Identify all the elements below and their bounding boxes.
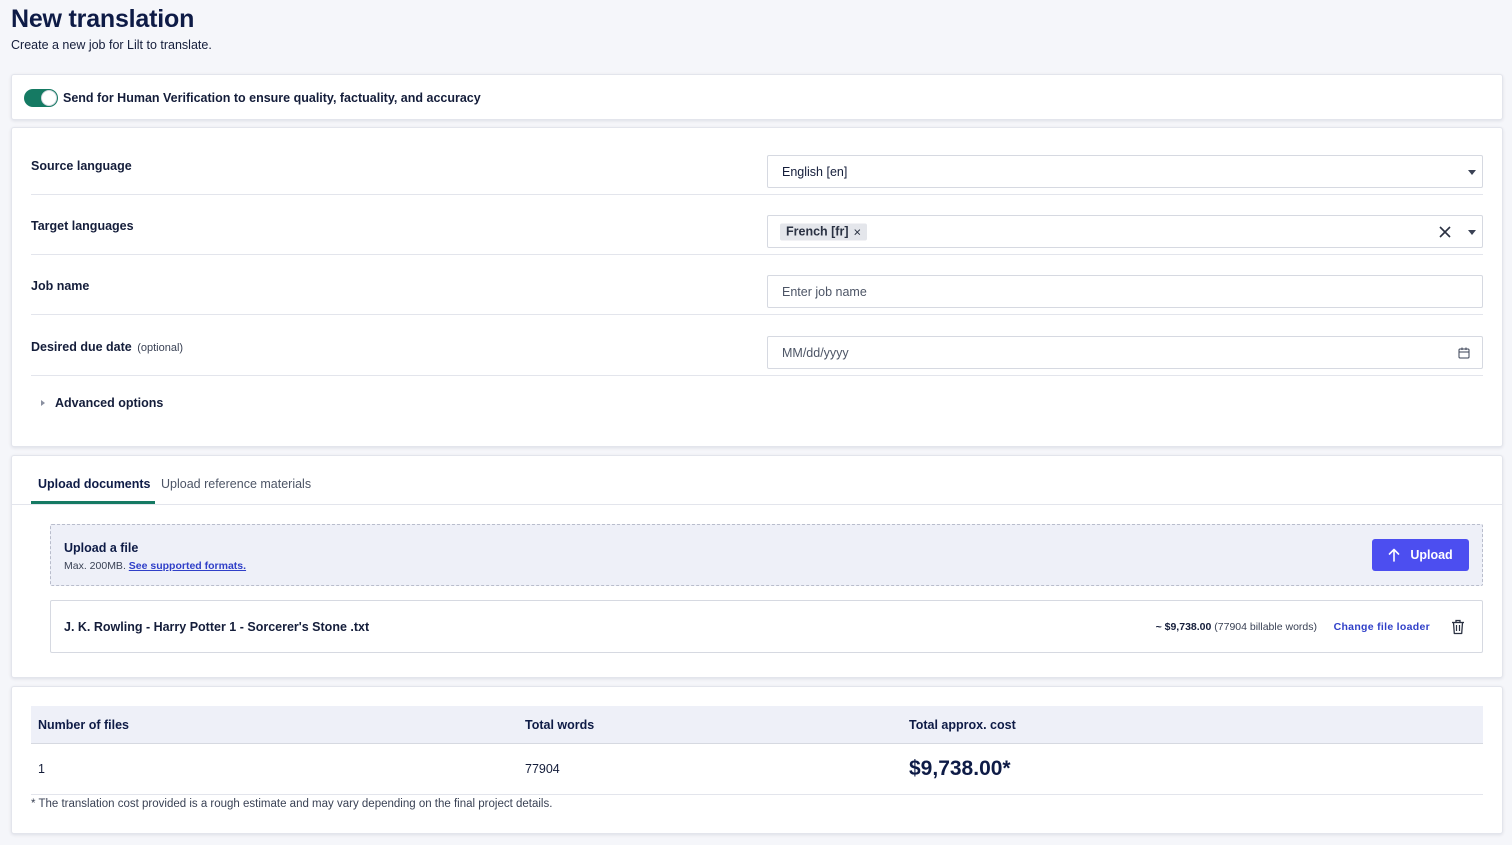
chevron-right-icon [41,400,45,406]
summary-row: 1 77904 $9,738.00* [31,744,1483,795]
upload-card: Upload documents Upload reference materi… [11,455,1503,678]
clear-icon[interactable] [1438,225,1452,239]
source-language-row: Source language English [en] [31,135,1483,195]
language-chip: French [fr] × [780,223,868,240]
job-form-card: Source language English [en] Target lang… [11,127,1503,447]
due-date-placeholder: MM/dd/yyyy [782,345,849,360]
dropzone-title: Upload a file [64,541,139,555]
file-cost: ~ $9,738.00 (77904 billable words) [1156,621,1317,633]
number-of-files-value: 1 [38,762,45,776]
page-subtitle: Create a new job for Lilt to translate. [11,38,212,52]
file-row: J. K. Rowling - Harry Potter 1 - Sorcere… [50,600,1483,653]
header-number-of-files: Number of files [38,717,129,732]
file-dropzone[interactable]: Upload a file Max. 200MB. See supported … [50,524,1483,586]
dropzone-subtitle: Max. 200MB. See supported formats. [64,560,246,572]
chevron-down-icon[interactable] [1468,229,1476,235]
cost-footnote: * The translation cost provided is a rou… [31,798,553,810]
target-languages-label: Target languages [31,219,134,233]
trash-icon[interactable] [1451,619,1465,635]
max-size-text: Max. 200MB. [64,560,126,572]
chip-remove-icon[interactable]: × [854,224,862,239]
due-date-input[interactable]: MM/dd/yyyy [767,336,1483,369]
calendar-icon[interactable] [1458,347,1470,359]
source-language-select[interactable]: English [en] [767,155,1483,188]
job-name-placeholder: Enter job name [782,284,867,299]
file-cost-value: ~ $9,738.00 [1155,620,1212,633]
file-word-count: (77904 billable words) [1214,620,1317,633]
supported-formats-link[interactable]: See supported formats. [129,560,246,572]
page-title: New translation [11,5,195,33]
change-file-loader-link[interactable]: Change file loader [1334,621,1430,633]
source-language-value: English [en] [782,164,848,179]
job-name-label: Job name [31,279,90,293]
upload-arrow-icon [1389,548,1400,562]
chevron-down-icon[interactable] [1468,169,1476,175]
source-language-label: Source language [31,159,132,173]
verification-card: Send for Human Verification to ensure qu… [11,74,1503,120]
tab-upload-reference-materials[interactable]: Upload reference materials [161,477,311,491]
language-chip-label: French [fr] [786,224,849,239]
human-verification-toggle[interactable] [24,89,58,107]
toggle-knob [41,90,57,106]
total-cost-value: $9,738.00* [909,757,1011,780]
human-verification-label: Send for Human Verification to ensure qu… [63,91,481,105]
job-name-row: Job name Enter job name [31,255,1483,315]
active-tab-indicator [31,501,155,504]
advanced-options-label: Advanced options [55,396,164,410]
due-date-label-text: Desired due date [31,340,132,354]
total-words-value: 77904 [525,762,560,776]
job-name-input[interactable]: Enter job name [767,275,1483,308]
advanced-options-toggle[interactable]: Advanced options [41,396,163,410]
tab-upload-documents[interactable]: Upload documents [38,477,151,491]
header-total-cost: Total approx. cost [909,717,1016,732]
summary-card: Number of files Total words Total approx… [11,686,1503,834]
summary-header-row: Number of files Total words Total approx… [31,706,1483,744]
target-languages-row: Target languages French [fr] × [31,195,1483,255]
upload-button-label: Upload [1410,548,1453,562]
due-date-label: Desired due date (optional) [31,340,183,354]
optional-tag: (optional) [137,342,184,354]
file-name: J. K. Rowling - Harry Potter 1 - Sorcere… [64,619,370,634]
header-total-words: Total words [525,717,595,732]
due-date-row: Desired due date (optional) MM/dd/yyyy [31,316,1483,376]
upload-button[interactable]: Upload [1372,539,1469,571]
upload-tabs: Upload documents Upload reference materi… [12,456,1502,505]
target-languages-select[interactable]: French [fr] × [767,215,1483,248]
